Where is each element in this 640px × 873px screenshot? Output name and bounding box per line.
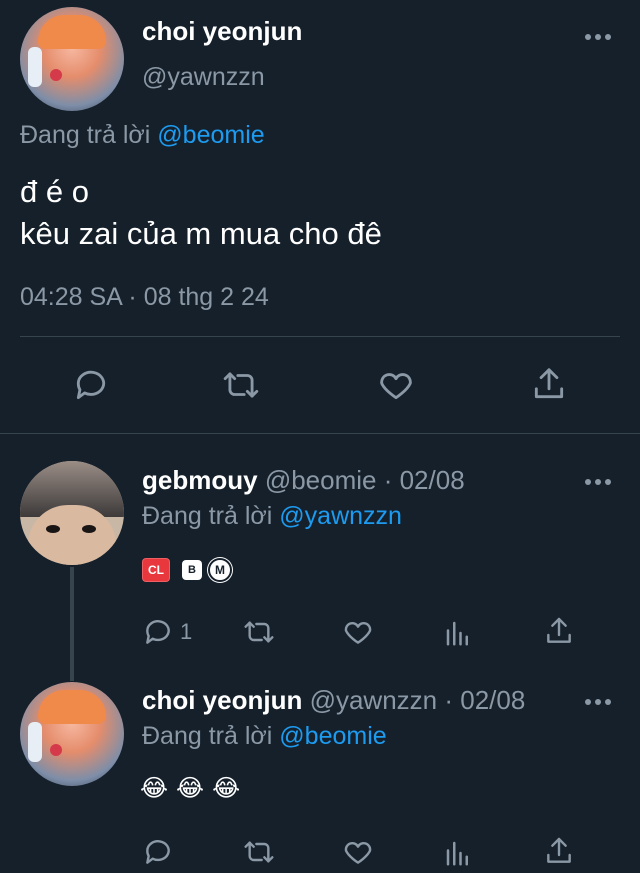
more-dots-icon[interactable]	[584, 477, 612, 487]
handle[interactable]: @yawnzzn	[142, 63, 265, 92]
analytics-icon[interactable]	[443, 618, 473, 648]
emoji-row: CL B M	[142, 558, 232, 582]
emoji-row: 😂 😂 😂	[140, 774, 240, 803]
replying-label: Đang trả lời	[142, 502, 273, 530]
reply-icon[interactable]	[142, 616, 174, 648]
heart-icon[interactable]	[341, 836, 375, 868]
analytics-icon[interactable]	[443, 838, 473, 868]
handle[interactable]: @yawnzzn	[310, 685, 438, 715]
reply-count: 1	[180, 619, 193, 644]
avatar-yawnzzn[interactable]	[20, 7, 124, 111]
more-dots-icon[interactable]	[584, 697, 612, 707]
replying-to-line: Đang trả lời @yawnzzn	[142, 502, 402, 531]
date[interactable]: · 02/08	[444, 685, 525, 715]
cl-button-emoji: CL	[142, 558, 170, 582]
display-name[interactable]: choi yeonjun	[142, 16, 302, 47]
share-icon[interactable]	[543, 615, 575, 647]
replying-label: Đang trả lời	[142, 722, 273, 750]
circled-m-emoji: M	[208, 558, 232, 582]
date[interactable]: · 02/08	[384, 465, 465, 495]
heart-icon[interactable]	[376, 366, 416, 404]
handle[interactable]: @beomie	[265, 465, 377, 495]
reply2-header: choi yeonjun @yawnzzn · 02/08	[142, 685, 525, 716]
replying-to-link[interactable]: @beomie	[157, 121, 264, 149]
display-name[interactable]: choi yeonjun	[142, 685, 302, 715]
b-button-emoji: B	[182, 560, 202, 580]
retweet-icon[interactable]	[241, 616, 277, 648]
retweet-icon[interactable]	[220, 366, 262, 404]
avatar-yawnzzn[interactable]	[20, 682, 124, 786]
avatar-beomie[interactable]	[20, 461, 124, 565]
tears-of-joy-emoji: 😂	[212, 775, 241, 802]
replying-to-link[interactable]: @beomie	[279, 722, 386, 750]
share-icon[interactable]	[530, 364, 568, 404]
more-dots-icon[interactable]	[584, 32, 612, 42]
section-divider	[0, 433, 640, 434]
tweet-text-line2: kêu zai của m mua cho đê	[20, 216, 382, 251]
divider	[20, 336, 620, 337]
replying-label: Đang trả lời	[20, 121, 151, 149]
display-name[interactable]: gebmouy	[142, 465, 258, 495]
reply-icon[interactable]	[142, 836, 174, 868]
replying-to-line: Đang trả lời @beomie	[142, 722, 387, 751]
retweet-icon[interactable]	[241, 836, 277, 868]
reply-icon[interactable]	[72, 366, 110, 404]
tears-of-joy-emoji: 😂	[176, 775, 205, 802]
replying-to-link[interactable]: @yawnzzn	[279, 502, 402, 530]
timestamp[interactable]: 04:28 SA · 08 thg 2 24	[20, 283, 269, 312]
replying-to-line: Đang trả lời @beomie	[20, 121, 265, 150]
heart-icon[interactable]	[341, 616, 375, 648]
share-icon[interactable]	[543, 835, 575, 867]
tears-of-joy-emoji: 😂	[140, 775, 169, 802]
tweet-text-line1: đ é o	[20, 174, 89, 209]
reply1-header: gebmouy @beomie · 02/08	[142, 465, 465, 496]
thread-line	[70, 567, 74, 681]
